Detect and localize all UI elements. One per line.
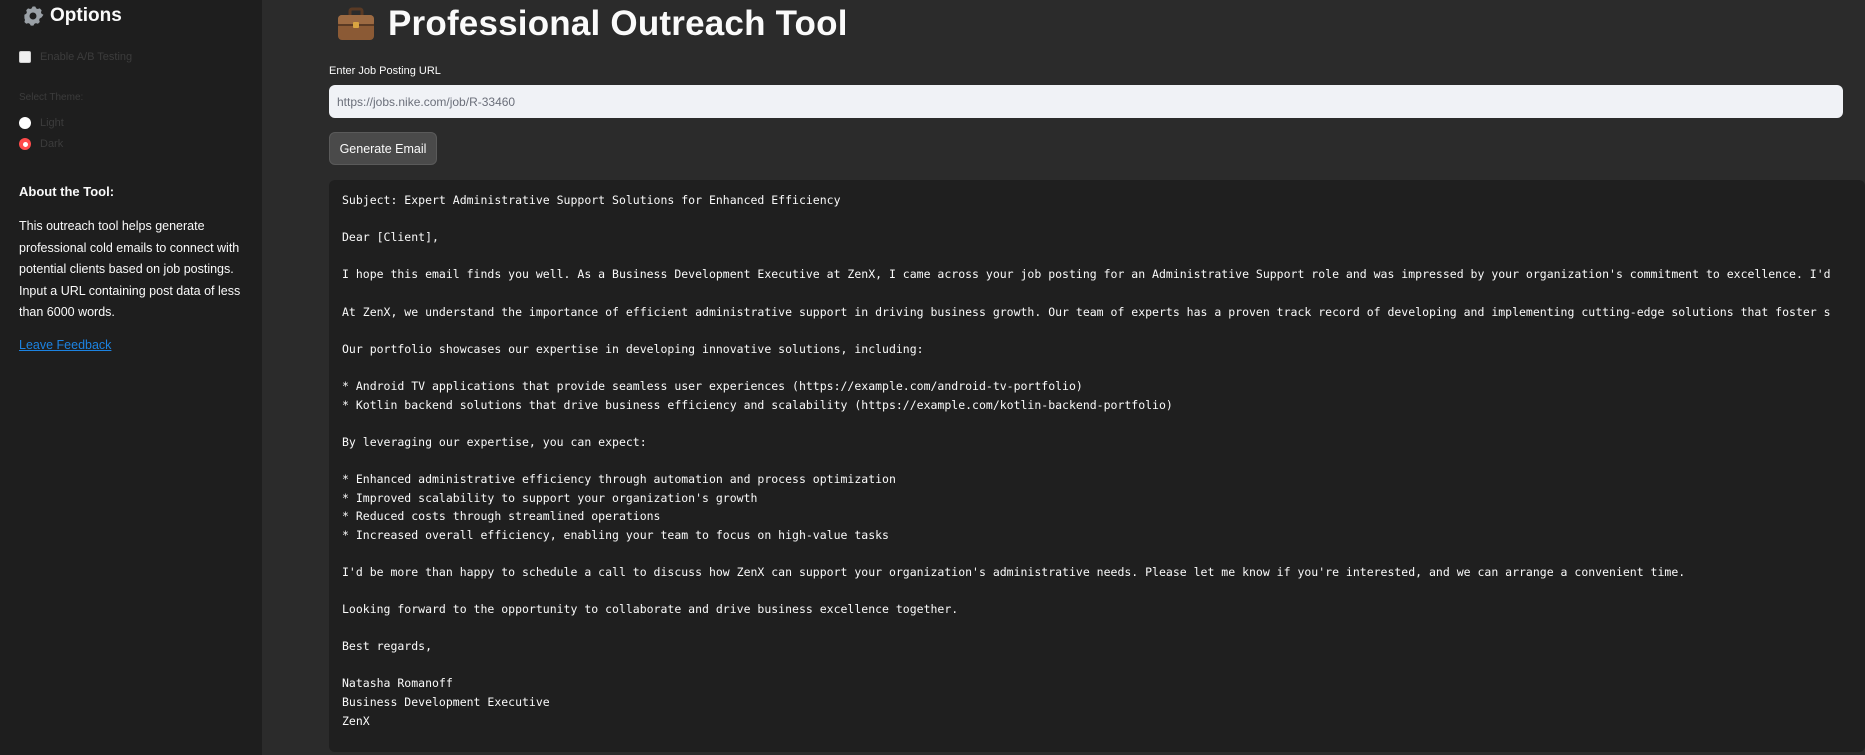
about-text: This outreach tool helps generate profes… <box>19 219 241 319</box>
main-content: Professional Outreach Tool Enter Job Pos… <box>262 0 1865 755</box>
theme-option-light[interactable]: Light <box>19 117 64 129</box>
leave-feedback-link[interactable]: Leave Feedback <box>19 338 111 352</box>
theme-option-light-label: Light <box>40 117 64 129</box>
about-heading: About the Tool: <box>19 184 115 199</box>
radio-dark-selected[interactable] <box>19 138 31 150</box>
sidebar-header: Options <box>22 5 122 27</box>
generated-email-text: Subject: Expert Administrative Support S… <box>342 193 1831 728</box>
theme-select-label: Select Theme: <box>19 92 84 103</box>
page-title-text: Professional Outreach Tool <box>388 4 848 43</box>
ab-testing-label: Enable A/B Testing <box>40 51 133 63</box>
job-url-input[interactable] <box>329 85 1843 118</box>
app-window: Options Enable A/B Testing Select Theme:… <box>0 0 1865 755</box>
ab-testing-checkbox[interactable] <box>19 51 31 63</box>
email-output-block[interactable]: Subject: Expert Administrative Support S… <box>329 180 1865 752</box>
sidebar-title: Options <box>50 5 122 26</box>
theme-option-dark[interactable]: Dark <box>19 138 63 150</box>
radio-light[interactable] <box>19 117 31 129</box>
page-title: Professional Outreach Tool <box>336 4 848 44</box>
sidebar: Options Enable A/B Testing Select Theme:… <box>0 0 262 755</box>
ab-testing-checkbox-row[interactable]: Enable A/B Testing <box>19 51 132 63</box>
theme-option-dark-label: Dark <box>40 138 64 150</box>
generate-email-button[interactable]: Generate Email <box>329 132 437 165</box>
url-input-label: Enter Job Posting URL <box>329 65 441 77</box>
briefcase-icon <box>338 7 374 40</box>
gear-icon <box>24 6 44 26</box>
